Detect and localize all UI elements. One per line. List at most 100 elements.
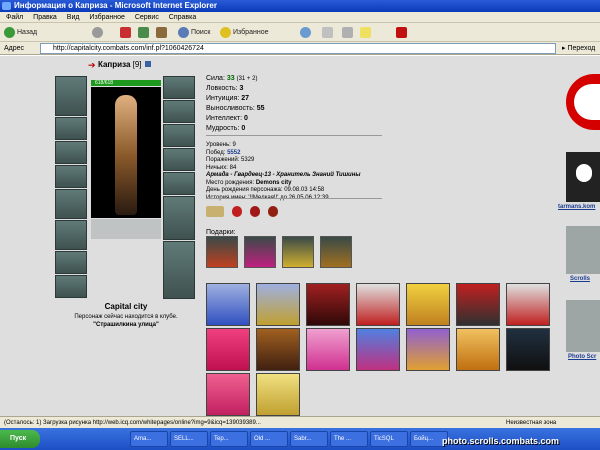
card-item[interactable]	[456, 283, 500, 326]
gear-icon[interactable]	[267, 206, 278, 217]
forward-button[interactable]	[92, 26, 105, 39]
gloves-slot[interactable]	[163, 148, 195, 171]
mail-button[interactable]	[322, 26, 335, 39]
taskbar-item[interactable]: The ...	[330, 431, 368, 447]
earring-slot[interactable]	[163, 76, 195, 99]
gift-item[interactable]	[319, 236, 352, 268]
extra-slot[interactable]	[55, 275, 87, 298]
card-item[interactable]	[306, 328, 350, 371]
cloak-slot[interactable]	[163, 196, 195, 240]
bracer-slot[interactable]	[55, 117, 87, 140]
card-item[interactable]	[506, 283, 550, 326]
stat-label: Интеллект:	[206, 115, 243, 122]
taskbar-item[interactable]: Ama...	[130, 431, 168, 447]
location-name: "Страшилкина улица"	[93, 322, 159, 328]
card-item[interactable]	[206, 328, 250, 371]
notes-button[interactable]	[360, 26, 373, 39]
go-button[interactable]: ▸ Переход	[562, 42, 595, 55]
search-button[interactable]: Поиск	[178, 26, 210, 39]
home-button[interactable]	[156, 26, 169, 39]
card-item[interactable]	[506, 328, 550, 371]
scrolls-banner[interactable]	[566, 226, 600, 274]
card-item[interactable]	[406, 328, 450, 371]
gift-item[interactable]	[281, 236, 314, 268]
favorites-button[interactable]: Избранное	[220, 26, 268, 39]
club-status: Персонаж сейчас находится в клубе.	[74, 314, 178, 320]
taskbar-item[interactable]: SELL...	[170, 431, 208, 447]
bio-birthplace-label: Место рождения:	[206, 179, 255, 186]
card-item[interactable]	[356, 283, 400, 326]
card-item[interactable]	[206, 373, 250, 416]
menu-help[interactable]: Справка	[169, 14, 196, 21]
refresh-button[interactable]	[138, 26, 151, 39]
card-item[interactable]	[256, 283, 300, 326]
menu-view[interactable]: Вид	[67, 14, 80, 21]
kaspersky-button[interactable]	[396, 26, 409, 39]
card-item[interactable]	[256, 328, 300, 371]
taskbar-item[interactable]: TicSQL	[370, 431, 408, 447]
bio-birthplace-row: Место рождения: Demons city	[206, 180, 360, 188]
bio-block: Уровень: 9 Побед: 5552 Поражений: 5329 Н…	[206, 142, 360, 202]
potion-icon[interactable]	[249, 206, 260, 217]
stat-agility: Ловкость: 3	[206, 84, 265, 94]
bio-army: Армада - Гвардеец-13 - Хранитель Знаний …	[206, 172, 361, 178]
pants-slot[interactable]	[55, 251, 87, 274]
stat-value: 0	[241, 125, 246, 132]
weapon-slot[interactable]	[55, 141, 87, 164]
photo-scrolls-banner[interactable]	[566, 300, 600, 352]
menu-file[interactable]: Файл	[6, 14, 23, 21]
equipment-panel: 618/618	[55, 76, 197, 300]
card-item[interactable]	[306, 283, 350, 326]
card-item[interactable]	[356, 328, 400, 371]
bio-birthday: День рождения персонажа: 09.08.03 14:58	[206, 187, 325, 193]
card-item[interactable]	[406, 283, 450, 326]
refresh-icon	[138, 26, 149, 38]
character-name[interactable]: Каприза	[98, 60, 130, 69]
media-icon	[300, 26, 311, 38]
rune-slots[interactable]	[91, 219, 161, 239]
gift-item[interactable]	[243, 236, 276, 268]
stat-intuition: Интуиция: 27	[206, 94, 265, 104]
menu-favorites[interactable]: Избранное	[89, 14, 124, 21]
card-item[interactable]	[456, 328, 500, 371]
necklace-slot[interactable]	[163, 100, 195, 123]
tarmans-link[interactable]: tarmans.kom	[558, 204, 595, 210]
boots-slot[interactable]	[55, 220, 87, 250]
skull-banner[interactable]	[566, 152, 600, 202]
menu-edit[interactable]: Правка	[33, 14, 57, 21]
card-item[interactable]	[256, 373, 300, 416]
address-input[interactable]: http://capitalcity.combats.com/inf.pl?10…	[40, 43, 556, 54]
back-button[interactable]: Назад	[4, 26, 37, 39]
shield-slot[interactable]	[163, 172, 195, 195]
gift-item[interactable]	[206, 236, 238, 268]
stat-wisdom: Мудрость: 0	[206, 124, 265, 134]
info-icon[interactable]	[144, 61, 151, 67]
taskbar-item[interactable]: Sabr...	[290, 431, 328, 447]
scrolls-link[interactable]: Scrolls	[570, 276, 590, 282]
photo-scrolls-link[interactable]: Photo Scr	[568, 354, 596, 360]
city-name: Capital city	[104, 302, 148, 311]
taskbar-item[interactable]: Tep...	[210, 431, 248, 447]
print-button[interactable]	[342, 26, 355, 39]
bio-wins[interactable]: 5552	[227, 150, 240, 156]
red-club-logo[interactable]	[566, 74, 600, 130]
stop-button[interactable]	[120, 26, 133, 39]
taskbar-item[interactable]: Old ...	[250, 431, 288, 447]
stat-extra: (31 + 2)	[236, 76, 258, 82]
character-name-row: Каприза [9]	[98, 60, 151, 69]
boots-right-slot[interactable]	[163, 241, 195, 299]
back-arrow-icon	[4, 26, 15, 38]
card-item[interactable]	[206, 283, 250, 326]
armor-slot[interactable]	[55, 165, 87, 188]
helmet-slot[interactable]	[55, 76, 87, 116]
divider	[206, 135, 382, 136]
ladybug-icon[interactable]	[231, 206, 242, 217]
media-button[interactable]	[300, 26, 313, 39]
belt-slot[interactable]	[55, 189, 87, 219]
medal-icon[interactable]	[206, 206, 224, 217]
start-button[interactable]: Пуск	[0, 430, 40, 448]
ring-slot-1[interactable]	[163, 124, 195, 147]
divider-2	[206, 198, 382, 199]
menu-tools[interactable]: Сервис	[135, 14, 159, 21]
address-label: Адрес	[4, 45, 25, 52]
